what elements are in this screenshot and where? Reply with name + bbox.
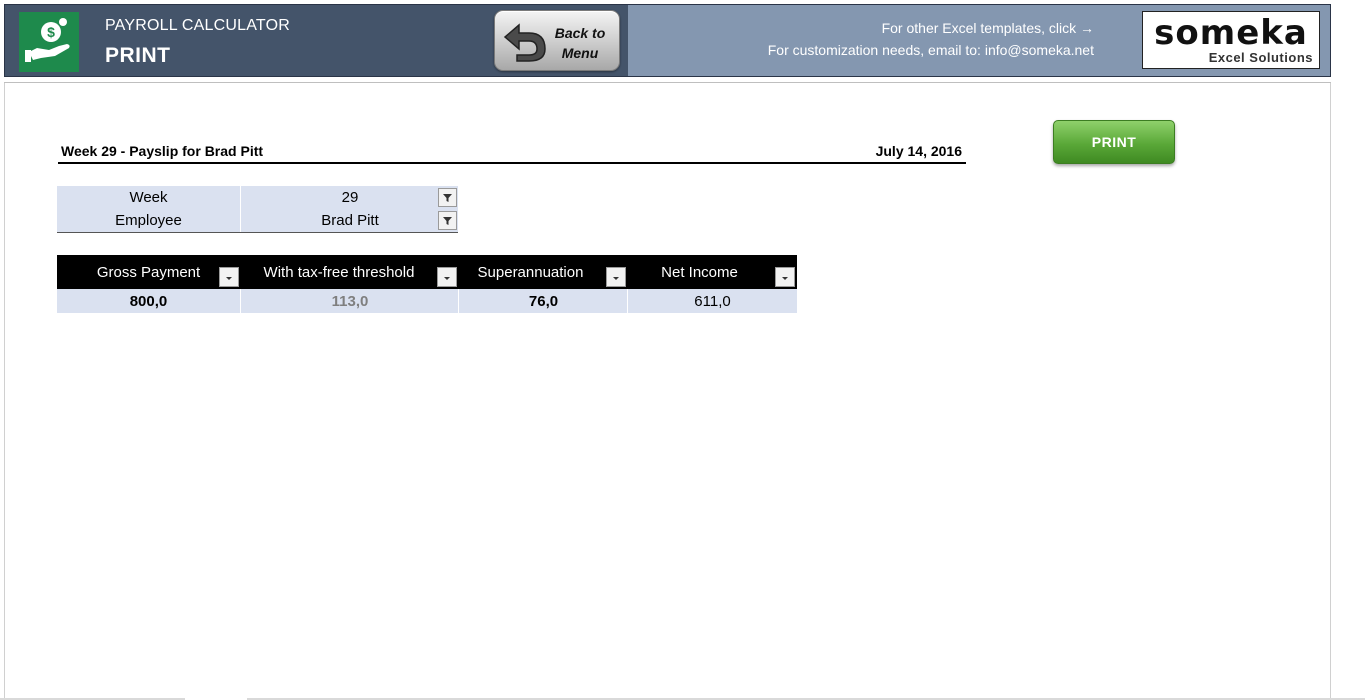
header-left-panel: $ PAYROLL CALCULATOR PRINT Back to Menu bbox=[5, 5, 628, 76]
title-underline bbox=[58, 162, 966, 164]
tax-free-threshold-dropdown[interactable] bbox=[437, 267, 457, 287]
back-to-menu-label: Back to Menu bbox=[545, 23, 615, 63]
chevron-down-icon bbox=[444, 277, 450, 280]
payslip-title: Week 29 - Payslip for Brad Pitt bbox=[61, 143, 264, 159]
customization-info: For customization needs, email to: info@… bbox=[767, 42, 1094, 58]
back-to-menu-button[interactable]: Back to Menu bbox=[494, 10, 620, 71]
back-label-line1: Back to bbox=[554, 25, 606, 41]
cell-gross-payment: 800,0 bbox=[129, 293, 168, 310]
header-net-income: Net Income bbox=[661, 264, 738, 281]
employee-filter-button[interactable] bbox=[438, 211, 457, 230]
other-templates-link[interactable]: For other Excel templates, click → bbox=[882, 20, 1094, 36]
header-gross-payment: Gross Payment bbox=[96, 264, 201, 281]
someka-logo[interactable]: someka Excel Solutions bbox=[1142, 11, 1320, 69]
gross-payment-dropdown[interactable] bbox=[219, 267, 239, 287]
back-label-line2: Menu bbox=[561, 45, 599, 61]
payslip-date: July 14, 2016 bbox=[875, 143, 962, 159]
header-banner: $ PAYROLL CALCULATOR PRINT Back to Menu … bbox=[4, 4, 1331, 77]
header-right-panel: For other Excel templates, click → For c… bbox=[628, 5, 1330, 76]
filter-table: Week 29 Employee Brad Pitt bbox=[57, 186, 458, 233]
filter-icon bbox=[443, 194, 452, 202]
logo-tagline: Excel Solutions bbox=[1208, 50, 1313, 65]
results-table: Gross Payment With tax-free threshold Su… bbox=[57, 255, 797, 313]
header-superannuation: Superannuation bbox=[477, 264, 584, 281]
net-income-dropdown[interactable] bbox=[775, 267, 795, 287]
page-title: PRINT bbox=[105, 44, 171, 67]
app-title: PAYROLL CALCULATOR bbox=[105, 17, 290, 34]
header-tax-free-threshold: With tax-free threshold bbox=[263, 264, 415, 281]
svg-text:$: $ bbox=[47, 24, 55, 40]
print-button[interactable]: PRINT bbox=[1053, 120, 1175, 164]
table-row: 800,0 113,0 76,0 611,0 bbox=[57, 289, 797, 313]
chevron-down-icon bbox=[613, 277, 619, 280]
cell-superannuation: 76,0 bbox=[528, 293, 559, 310]
filter-icon bbox=[443, 217, 452, 225]
superannuation-dropdown[interactable] bbox=[606, 267, 626, 287]
filter-value-week[interactable]: 29 bbox=[241, 189, 459, 206]
sheet-right-border bbox=[1330, 83, 1331, 700]
cell-net-income: 611,0 bbox=[694, 293, 731, 310]
sheet-top-border bbox=[4, 82, 1331, 83]
results-header-row: Gross Payment With tax-free threshold Su… bbox=[57, 255, 797, 289]
money-hand-icon: $ bbox=[19, 12, 79, 72]
filter-label-week: Week bbox=[129, 189, 168, 206]
cell-tax-free-threshold: 113,0 bbox=[331, 293, 369, 310]
filter-value-employee[interactable]: Brad Pitt bbox=[241, 212, 459, 229]
chevron-down-icon bbox=[782, 277, 788, 280]
filter-label-employee: Employee bbox=[115, 212, 182, 229]
week-filter-button[interactable] bbox=[438, 188, 457, 207]
chevron-down-icon bbox=[226, 277, 232, 280]
logo-brand: someka bbox=[1154, 13, 1308, 53]
back-arrow-icon bbox=[501, 19, 547, 68]
sheet-left-border bbox=[4, 83, 5, 700]
